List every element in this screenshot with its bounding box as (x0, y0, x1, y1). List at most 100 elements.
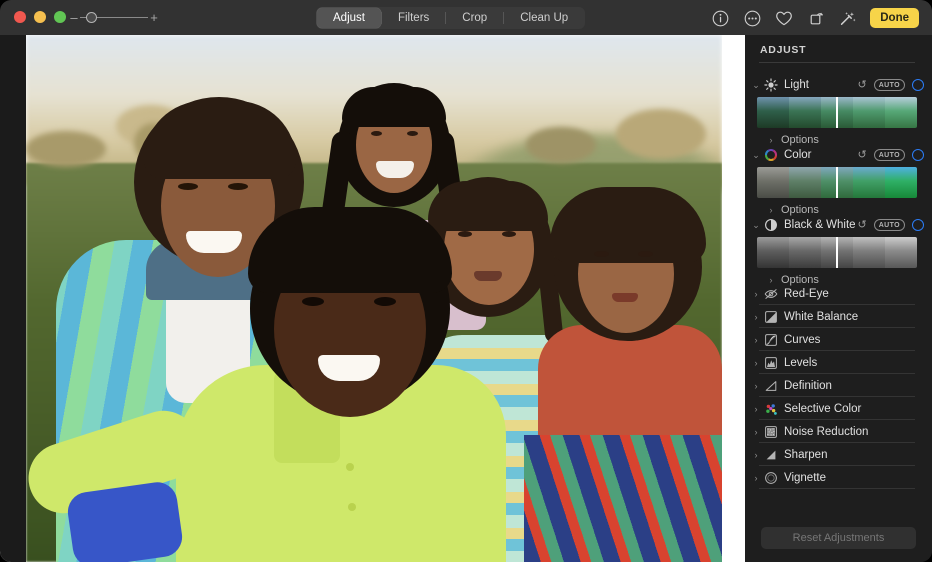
zoom-window-button[interactable] (54, 11, 66, 23)
filmstrip-cell[interactable] (789, 237, 821, 268)
reset-adjustments-button[interactable]: Reset Adjustments (761, 527, 916, 549)
levels-icon (763, 355, 778, 370)
tab-crop[interactable]: Crop (446, 8, 503, 28)
favorite-heart-icon[interactable] (774, 8, 794, 28)
light-variants-filmstrip[interactable] (757, 97, 917, 128)
canvas-left-gutter (0, 35, 26, 562)
more-options-icon[interactable] (742, 8, 762, 28)
section-light-header[interactable]: ⌄ Light ↺ AUTO (745, 75, 932, 95)
filmstrip-cell[interactable] (853, 167, 885, 198)
sidebar-item-red-eye[interactable]: › Red-Eye (745, 282, 932, 305)
filmstrip-cell[interactable] (789, 97, 821, 128)
sidebar-item-noise-reduction[interactable]: › Noise Reduction (745, 420, 932, 443)
adjust-sidebar: ADJUST ⌄ Light ↺ AUTO (745, 35, 932, 562)
sidebar-item-levels[interactable]: › Levels (745, 351, 932, 374)
filmstrip-cell[interactable] (757, 97, 789, 128)
filmstrip-cell[interactable] (885, 237, 917, 268)
section-color-header[interactable]: ⌄ Color ↺ AUTO (745, 145, 932, 165)
auto-light-badge[interactable]: AUTO (874, 79, 905, 91)
close-window-button[interactable] (14, 11, 26, 23)
reset-light-icon[interactable]: ↺ (857, 80, 866, 91)
white-balance-icon (763, 309, 778, 324)
filmstrip-position-marker[interactable] (836, 97, 838, 128)
black-white-circle-icon (763, 218, 778, 233)
chevron-right-icon[interactable]: › (750, 312, 762, 322)
auto-color-badge[interactable]: AUTO (874, 149, 905, 161)
sidebar-item-curves[interactable]: › Curves (745, 328, 932, 351)
window-controls (14, 11, 66, 23)
color-variants-filmstrip[interactable] (757, 167, 917, 198)
filmstrip-position-marker[interactable] (836, 237, 838, 268)
light-enable-toggle[interactable] (912, 79, 924, 91)
chevron-right-icon[interactable]: › (765, 135, 777, 145)
chevron-right-icon[interactable]: › (750, 358, 762, 368)
chevron-right-icon[interactable]: › (750, 473, 762, 483)
filmstrip-cell[interactable] (853, 237, 885, 268)
minimize-window-button[interactable] (34, 11, 46, 23)
noise-reduction-icon (763, 424, 778, 439)
canvas-right-gutter (722, 35, 745, 562)
chevron-right-icon[interactable]: › (765, 205, 777, 215)
filmstrip-cell[interactable] (885, 97, 917, 128)
sidebar-item-sharpen[interactable]: › Sharpen (745, 443, 932, 466)
zoom-out-label[interactable]: – (68, 13, 80, 23)
sidebar-item-white-balance[interactable]: › White Balance (745, 305, 932, 328)
bw-enable-toggle[interactable] (912, 219, 924, 231)
color-enable-toggle[interactable] (912, 149, 924, 161)
bw-variants-filmstrip[interactable] (757, 237, 917, 268)
section-color: ⌄ Color ↺ AUTO (745, 145, 932, 165)
zoom-slider[interactable]: – + (68, 12, 160, 23)
sidebar-item-selective-color[interactable]: › Selective Color (745, 397, 932, 420)
reset-adjustments-container: Reset Adjustments (745, 527, 932, 549)
filmstrip-cell[interactable] (789, 167, 821, 198)
sidebar-item-definition-label: Definition (784, 380, 832, 392)
titlebar: – + Adjust Filters Crop Clean Up (0, 0, 932, 36)
section-black-and-white: ⌄ Black & White ↺ AUTO (745, 215, 932, 235)
chevron-down-icon[interactable]: ⌄ (750, 150, 762, 161)
zoom-slider-knob[interactable] (86, 12, 97, 23)
definition-icon (763, 378, 778, 393)
sidebar-item-definition[interactable]: › Definition (745, 374, 932, 397)
section-light-controls: ↺ AUTO (857, 75, 924, 95)
sidebar-item-white-balance-label: White Balance (784, 311, 858, 323)
vignette-icon (763, 470, 778, 485)
filmstrip-cell[interactable] (853, 97, 885, 128)
reset-color-icon[interactable]: ↺ (857, 150, 866, 161)
chevron-right-icon[interactable]: › (750, 450, 762, 460)
edited-photo[interactable] (26, 35, 722, 562)
filmstrip-cell[interactable] (757, 237, 789, 268)
rotate-icon[interactable] (806, 8, 826, 28)
filmstrip-cell[interactable] (757, 167, 789, 198)
done-button[interactable]: Done (870, 8, 919, 28)
brightness-sun-icon (763, 78, 778, 93)
selective-color-icon (763, 401, 778, 416)
chevron-right-icon[interactable]: › (750, 289, 762, 299)
chevron-right-icon[interactable]: › (750, 335, 762, 345)
filmstrip-cell[interactable] (885, 167, 917, 198)
chevron-right-icon[interactable]: › (750, 381, 762, 391)
sidebar-item-vignette[interactable]: › Vignette (745, 466, 932, 489)
auto-enhance-wand-icon[interactable] (838, 8, 858, 28)
zoom-in-label[interactable]: + (148, 13, 160, 23)
chevron-right-icon[interactable]: › (750, 404, 762, 414)
chevron-down-icon[interactable]: ⌄ (750, 220, 762, 231)
section-bw-label: Black & White (784, 219, 856, 231)
zoom-slider-track[interactable] (80, 12, 148, 23)
info-icon[interactable] (710, 8, 730, 28)
photo-tree (616, 109, 706, 159)
toolbar-actions: Done (710, 7, 919, 29)
tab-clean-up[interactable]: Clean Up (504, 8, 584, 28)
filmstrip-position-marker[interactable] (836, 167, 838, 198)
sidebar-item-red-eye-label: Red-Eye (784, 288, 829, 300)
section-bw-header[interactable]: ⌄ Black & White ↺ AUTO (745, 215, 932, 235)
chevron-right-icon[interactable]: › (750, 427, 762, 437)
red-eye-icon (763, 286, 778, 301)
reset-bw-icon[interactable]: ↺ (857, 220, 866, 231)
tab-adjust[interactable]: Adjust (317, 8, 381, 28)
color-wheel-icon (763, 148, 778, 163)
edit-mode-tabs: Adjust Filters Crop Clean Up (316, 7, 585, 29)
tab-filters[interactable]: Filters (382, 8, 445, 28)
sidebar-item-levels-label: Levels (784, 357, 817, 369)
auto-bw-badge[interactable]: AUTO (874, 219, 905, 231)
chevron-down-icon[interactable]: ⌄ (750, 80, 762, 91)
